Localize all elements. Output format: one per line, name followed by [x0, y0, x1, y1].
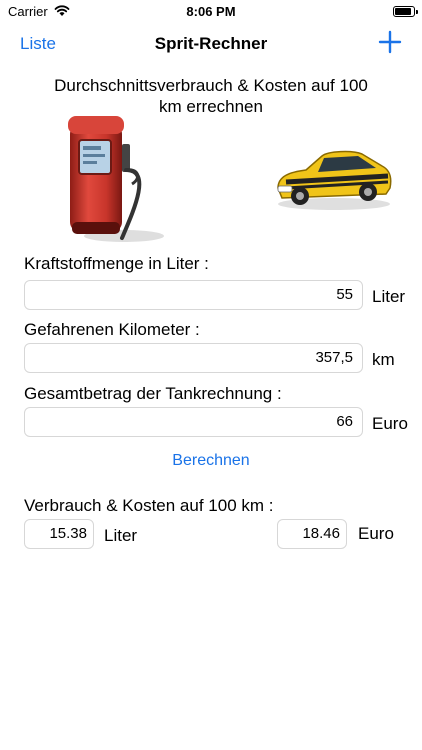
consumption-unit: Liter: [104, 526, 138, 545]
gas-pump-icon: [68, 116, 164, 242]
car-icon: [277, 150, 392, 210]
total-unit: Euro: [372, 414, 408, 433]
add-icon[interactable]: [376, 28, 404, 56]
result-label: Verbrauch & Kosten auf 100 km :: [24, 496, 274, 515]
distance-input[interactable]: 357,5: [24, 343, 363, 373]
calculate-button[interactable]: Berechnen: [0, 452, 422, 470]
distance-label: Gefahrenen Kilometer :: [24, 320, 200, 339]
heading-line-1: Durchschnittsverbrauch & Kosten auf 100: [54, 76, 368, 95]
fuel-input[interactable]: 55: [24, 280, 363, 310]
cost-unit: Euro: [358, 524, 394, 543]
fuel-label: Kraftstoffmenge in Liter :: [24, 254, 209, 273]
total-input[interactable]: 66: [24, 407, 363, 437]
consumption-result-field: 15.38: [24, 519, 94, 549]
total-label: Gesamtbetrag der Tankrechnung :: [24, 384, 282, 403]
cost-result-field: 18.46: [277, 519, 347, 549]
distance-unit: km: [372, 350, 395, 369]
fuel-unit: Liter: [372, 287, 406, 306]
status-time: 8:06 PM: [186, 4, 236, 19]
page-title: Sprit-Rechner: [154, 34, 268, 53]
battery-icon: [393, 6, 418, 17]
